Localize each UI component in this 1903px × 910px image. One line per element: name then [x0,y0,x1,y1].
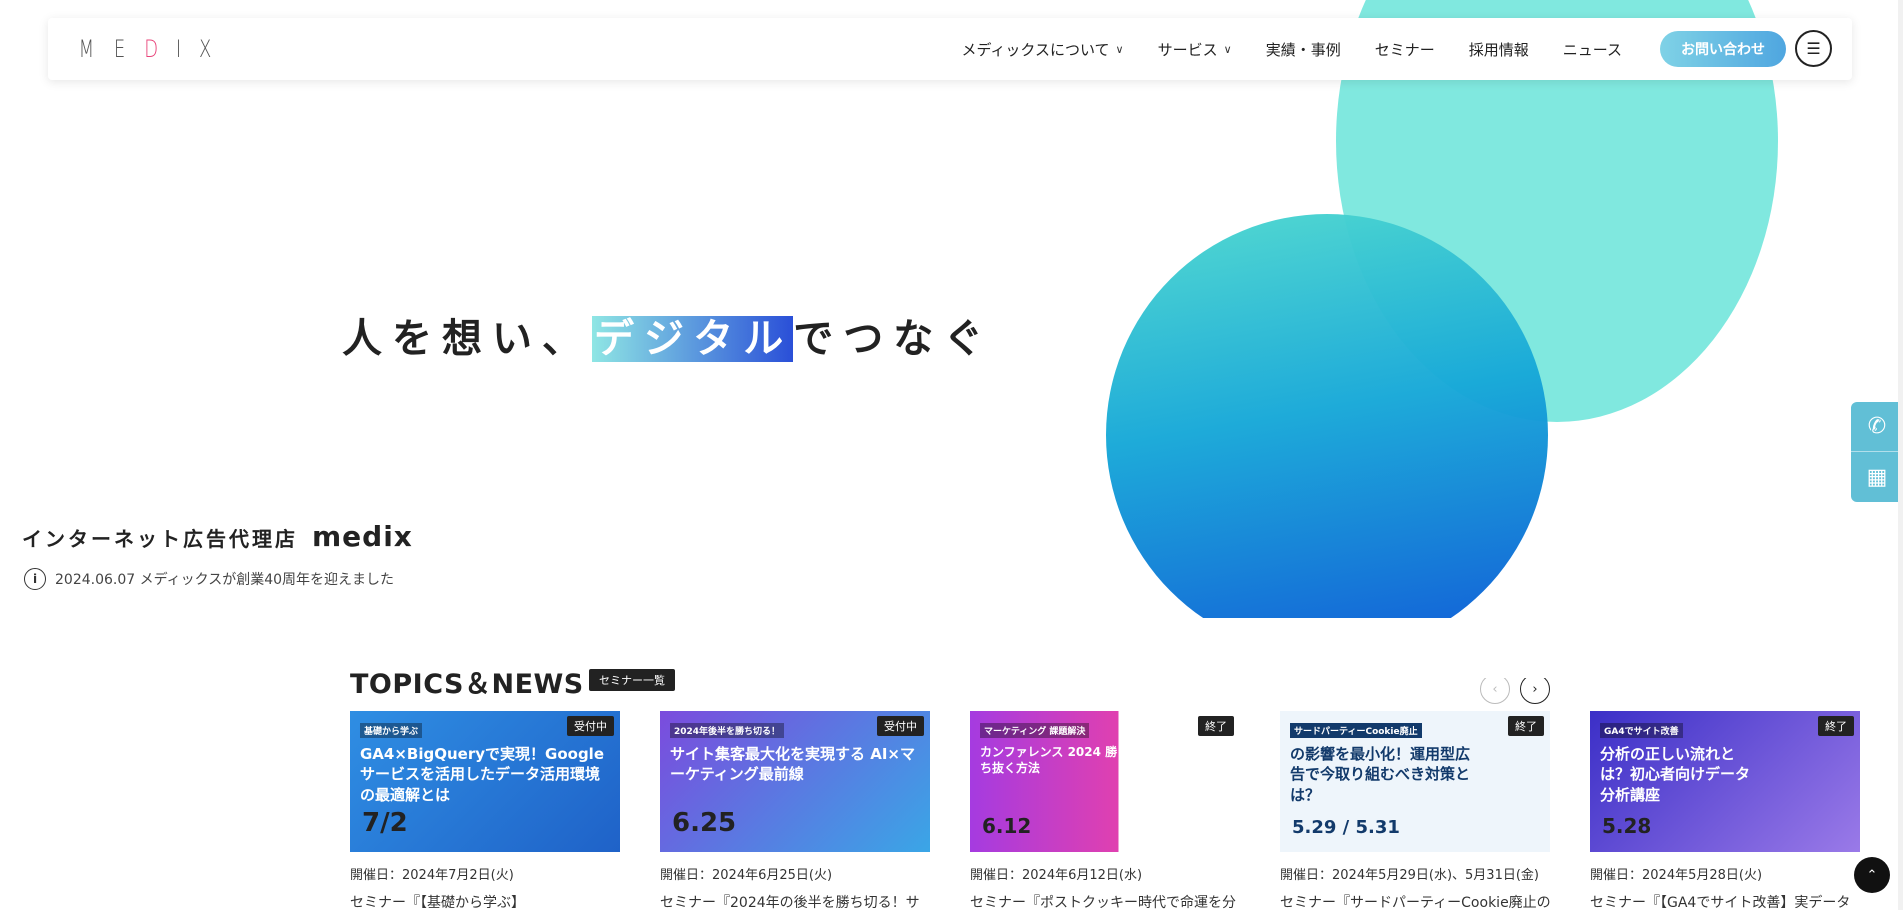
status-badge: 終了 [1818,716,1854,736]
card-date: 開催日：2024年5月28日(火) [1590,868,1763,883]
carousel-next-button[interactable]: › [1520,674,1550,704]
card-date: 開催日：2024年6月12日(水) [970,868,1143,883]
thumb-date: 7/2 [362,808,408,838]
hero-bottom-mask [1080,618,1600,678]
agency-label: インターネット広告代理店 [22,527,298,551]
thumb-kicker: 2024年後半を勝ち切る！ [670,723,785,738]
logo-letter: D [144,35,159,63]
logo-letter: M [78,35,95,63]
contact-button[interactable]: お問い合わせ [1660,31,1786,67]
card-title: セミナー『【GA4でサイト改善】実データ [1590,895,1851,910]
nav-label: セミナー [1374,40,1435,59]
thumb-date: 5.29 / 5.31 [1292,817,1400,838]
nav-label: メディックスについて [961,40,1110,59]
scroll-to-top-button[interactable]: ⌃ [1854,857,1890,893]
nav-item-recruit[interactable]: 採用情報 [1469,39,1529,60]
side-tabs: ✆ ▦ [1851,402,1903,502]
topic-card[interactable]: マーケティング 課題解決 カンファレンス 2024 勝ち抜く方法 6.12 終了… [970,711,1240,910]
card-thumbnail: 2024年後半を勝ち切る！ サイト集客最大化を実現する AI×マーケティング最前… [660,711,930,852]
thumb-kicker: 基礎から学ぶ [360,723,423,738]
nav-label: ニュース [1562,40,1622,59]
card-thumbnail: サードパーティーCookie廃止 の影響を最小化！運用型広告で今取り組むべき対策… [1280,711,1550,852]
nav-item-news[interactable]: ニュース [1563,39,1622,60]
status-badge: 終了 [1198,716,1234,736]
card-title: セミナー『サードパーティーCookie廃止の [1280,895,1550,910]
card-thumbnail: GA4でサイト改善 分析の正しい流れとは？初心者向けデータ分析講座 5.28 終… [1590,711,1860,852]
calendar-icon[interactable]: ▦ [1851,452,1903,502]
nav-label: サービス [1157,40,1218,59]
card-title: セミナー『2024年の後半を勝ち切る！サ [660,895,920,910]
thumb-date: 5.28 [1602,814,1652,838]
nav-label: 実績・事例 [1265,40,1341,59]
thumb-headline: サイト集客最大化を実現する AI×マーケティング最前線 [670,745,915,784]
nav-label: 採用情報 [1468,40,1529,59]
phone-icon[interactable]: ✆ [1851,402,1903,452]
card-thumbnail: 基礎から学ぶ GA4×BigQueryで実現！Googleサービスを活用したデー… [350,711,620,852]
agency-heading: インターネット広告代理店 medix [22,520,413,553]
nav-item-seminar[interactable]: セミナー [1375,39,1435,60]
logo-letter: X [199,35,212,63]
news-notice-link[interactable]: i 2024.06.07 メディックスが創業40周年を迎えました [24,568,394,590]
topics-carousel: 基礎から学ぶ GA4×BigQueryで実現！Googleサービスを活用したデー… [350,711,1860,910]
card-date: 開催日：2024年6月25日(火) [660,868,833,883]
thumb-date: 6.12 [982,814,1032,838]
nav-item-services[interactable]: サービス ∨ [1158,39,1232,60]
card-title: セミナー『ポストクッキー時代で命運を分 [970,895,1236,910]
site-header: M E D I X メディックスについて ∨ サービス ∨ 実績・事例 セミナー… [48,18,1852,80]
topic-card[interactable]: 基礎から学ぶ GA4×BigQueryで実現！Googleサービスを活用したデー… [350,711,620,910]
thumb-headline: GA4×BigQueryで実現！Googleサービスを活用したデータ活用環境の最… [360,745,604,804]
nav-item-about[interactable]: メディックスについて ∨ [961,39,1123,60]
logo-letter: E [113,35,125,63]
topic-card[interactable]: サードパーティーCookie廃止 の影響を最小化！運用型広告で今取り組むべき対策… [1280,711,1550,910]
chevron-down-icon: ∨ [1223,42,1232,56]
info-icon: i [24,568,46,590]
tagline-part: 人を想い、 [342,316,592,362]
status-badge: 受付中 [567,716,614,736]
agency-name: medix [312,520,413,553]
card-title: セミナー『【基礎から学ぶ】 [350,895,525,910]
main-nav: メディックスについて ∨ サービス ∨ 実績・事例 セミナー 採用情報 ニュース [961,18,1622,80]
scrollbar[interactable] [1898,0,1903,910]
hero-tagline: 人を想い、デジタルでつなぐ [342,306,993,364]
thumb-kicker: GA4でサイト改善 [1600,723,1683,738]
card-date: 開催日：2024年7月2日(火) [350,868,514,883]
hero-circle-blue [1106,214,1548,656]
chevron-down-icon: ∨ [1115,42,1124,56]
card-date: 開催日：2024年5月29日(水)、5月31日(金) [1280,868,1539,883]
topic-card[interactable]: GA4でサイト改善 分析の正しい流れとは？初心者向けデータ分析講座 5.28 終… [1590,711,1860,910]
tagline-highlight: デジタル [592,316,794,362]
thumb-kicker: マーケティング 課題解決 [980,723,1090,738]
medix-logo[interactable]: M E D I X [76,35,214,63]
carousel-prev-button[interactable]: ‹ [1480,674,1510,704]
logo-letter: I [176,35,182,63]
thumb-headline: 分析の正しい流れとは？初心者向けデータ分析講座 [1600,745,1751,804]
status-badge: 受付中 [877,716,924,736]
tagline-part: でつなぐ [793,316,994,362]
status-badge: 終了 [1508,716,1544,736]
hamburger-icon[interactable]: ☰ [1795,30,1832,67]
notice-text: 2024.06.07 メディックスが創業40周年を迎えました [55,572,395,588]
thumb-headline: カンファレンス 2024 勝ち抜く方法 [980,745,1118,776]
seminar-list-button[interactable]: セミナー一覧 [589,669,675,691]
topic-card[interactable]: 2024年後半を勝ち切る！ サイト集客最大化を実現する AI×マーケティング最前… [660,711,930,910]
nav-item-cases[interactable]: 実績・事例 [1266,39,1341,60]
thumb-headline: の影響を最小化！運用型広告で今取り組むべき対策とは？ [1290,745,1471,804]
thumb-kicker: サードパーティーCookie廃止 [1290,723,1422,738]
thumb-date: 6.25 [672,808,737,838]
card-thumbnail: マーケティング 課題解決 カンファレンス 2024 勝ち抜く方法 6.12 終了 [970,711,1240,852]
topics-title: TOPICS＆NEWS [350,669,584,700]
